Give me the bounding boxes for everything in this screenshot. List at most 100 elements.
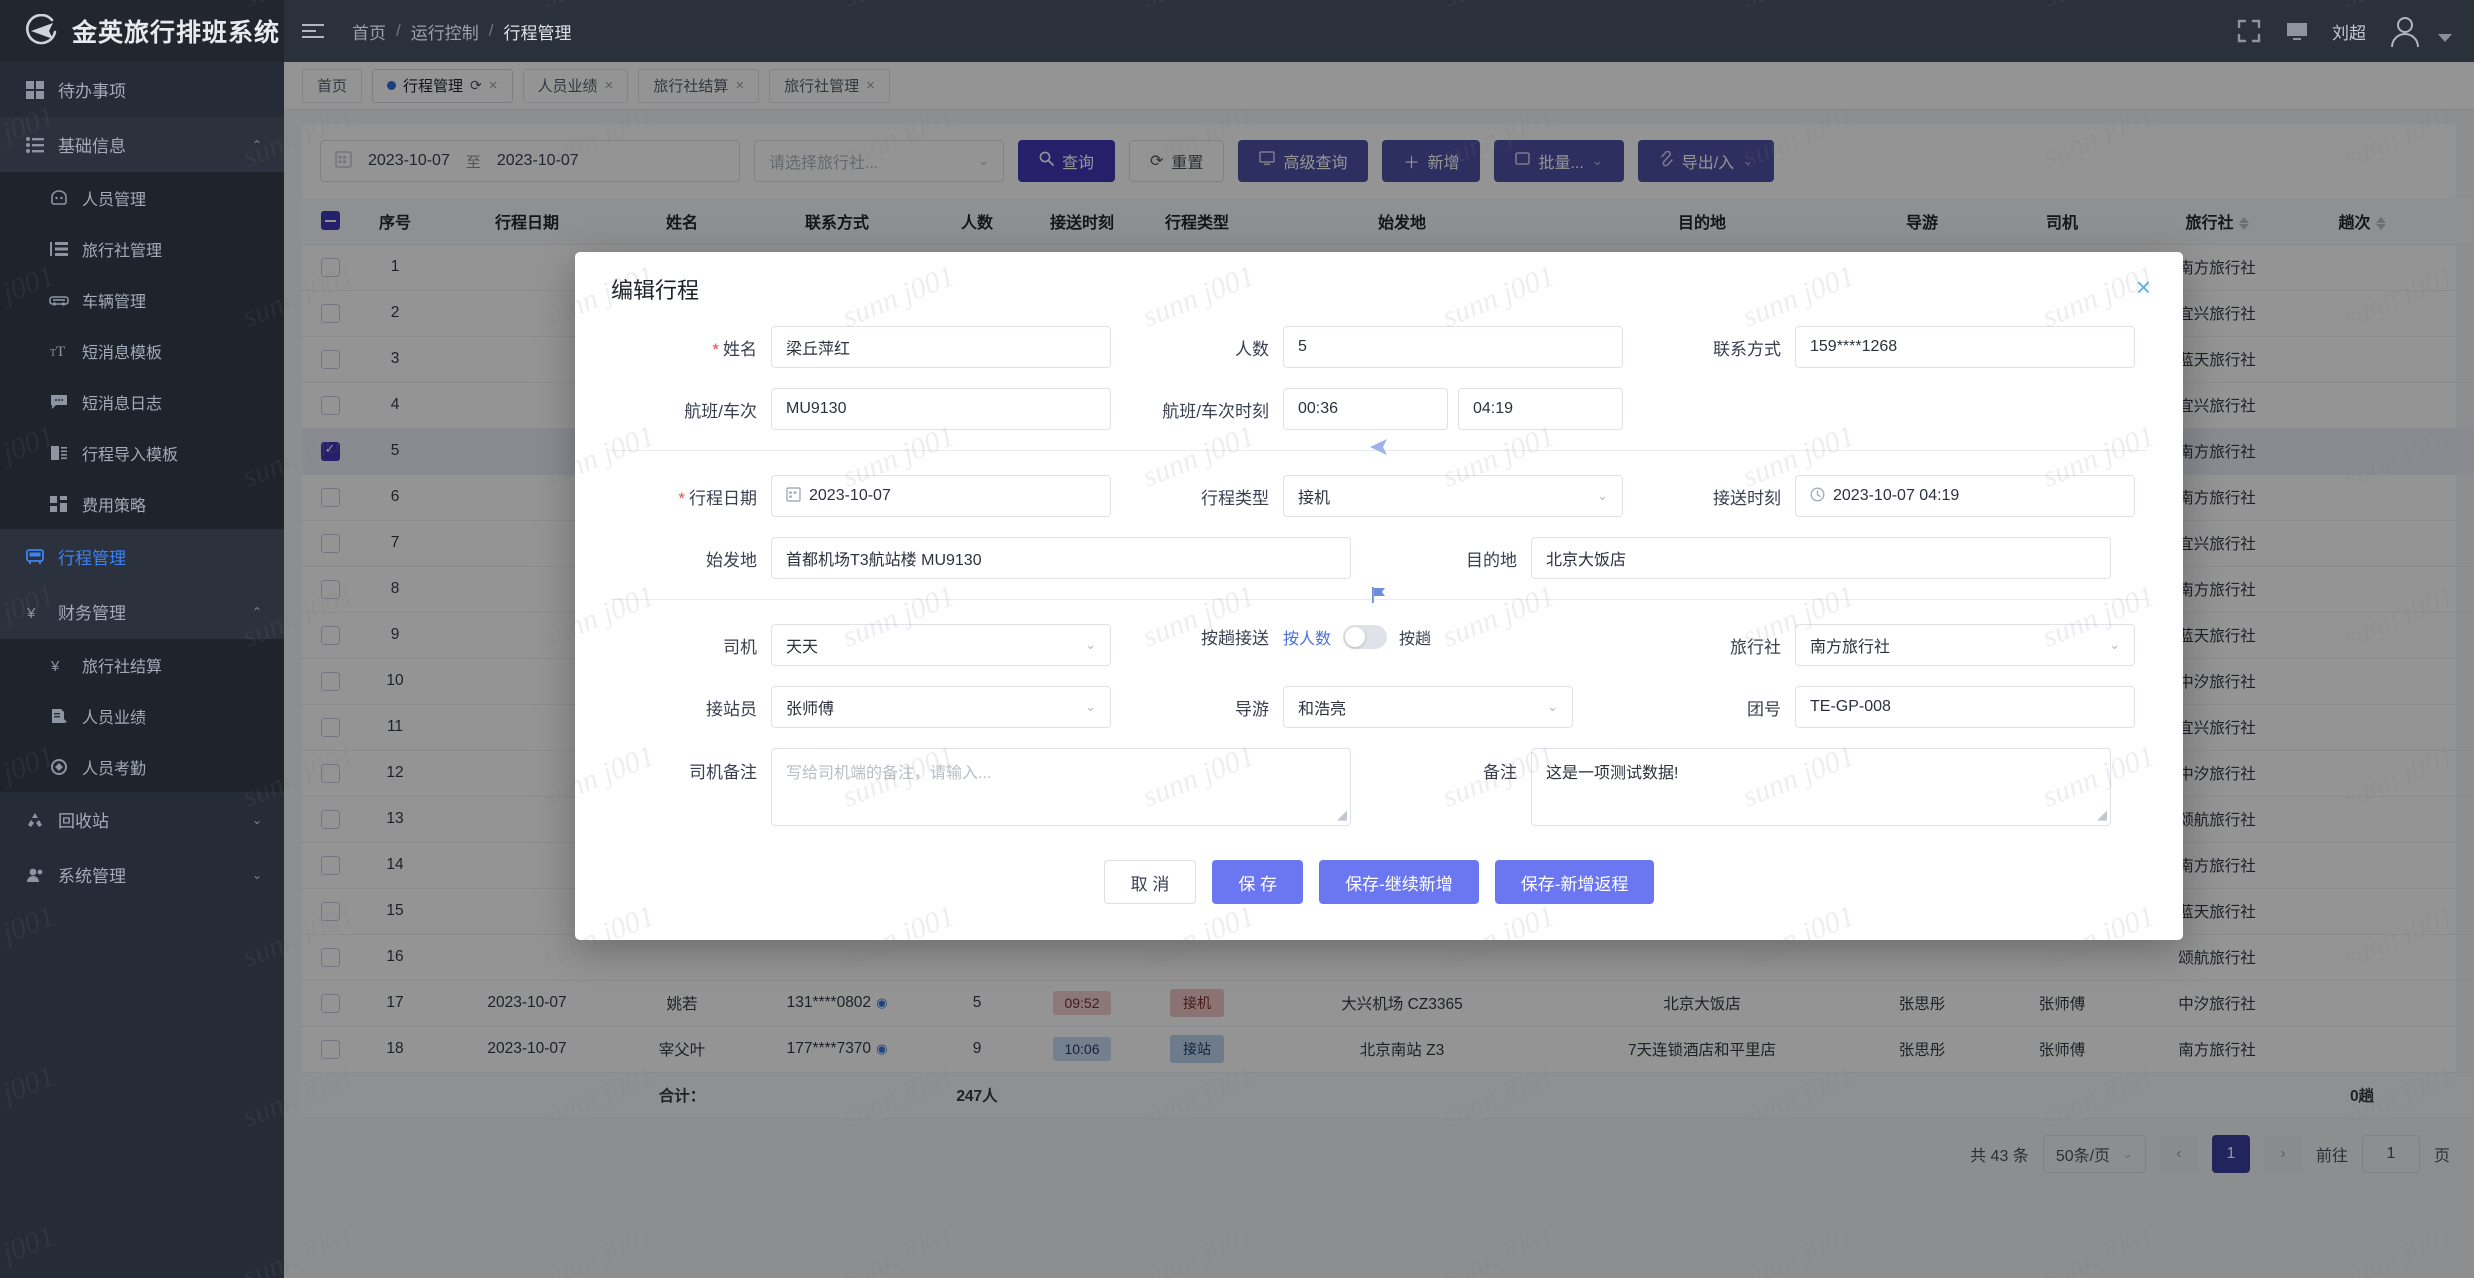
sidebar-item-fee-policy[interactable]: 费用策略 bbox=[0, 478, 284, 529]
station-select[interactable]: 张师傅 ⌄ bbox=[771, 686, 1111, 728]
sidebar-item-staff-attendance[interactable]: 人员考勤 bbox=[0, 741, 284, 792]
sidebar-item-label: 旅行社管理 bbox=[82, 242, 163, 260]
mode-label: 按趟接送 bbox=[1201, 629, 1269, 648]
chevron-down-icon: ⌄ bbox=[251, 867, 262, 882]
monitor-icon[interactable] bbox=[2284, 18, 2310, 44]
mode-on-label: 按人数 bbox=[1283, 630, 1332, 648]
contact-label: 联系方式 bbox=[1713, 339, 1781, 359]
resize-grip-icon[interactable]: ◢ bbox=[1337, 807, 1347, 823]
sidebar-item-sms-template[interactable]: TT 短消息模板 bbox=[0, 325, 284, 376]
note-label: 备注 bbox=[1483, 763, 1517, 782]
sidebar-item-label: 人员考勤 bbox=[82, 760, 147, 778]
save-continue-button[interactable]: 保存-继续新增 bbox=[1319, 860, 1479, 904]
sidebar-group-finance[interactable]: ¥ 财务管理 ⌃ bbox=[0, 584, 284, 639]
sidebar-item-label: 人员管理 bbox=[82, 191, 147, 209]
sidebar-item-sms-log[interactable]: 短消息日志 bbox=[0, 376, 284, 427]
user-avatar-icon[interactable] bbox=[2388, 14, 2422, 48]
group-value: TE-GP-008 bbox=[1810, 698, 1891, 715]
users-icon bbox=[22, 867, 48, 883]
resize-grip-icon[interactable]: ◢ bbox=[2097, 807, 2107, 823]
hamburger-icon[interactable] bbox=[302, 18, 328, 44]
trip-date-input[interactable]: 2023-10-07 bbox=[771, 475, 1111, 517]
trip-type-value: 接机 bbox=[1298, 490, 1331, 507]
chevron-up-icon: ⌃ bbox=[251, 604, 262, 619]
origin-label: 始发地 bbox=[706, 550, 757, 570]
flight-time-2-input[interactable]: 04:19 bbox=[1458, 388, 1623, 430]
agency-select-modal[interactable]: 南方旅行社 ⌄ bbox=[1795, 624, 2135, 666]
origin-input[interactable]: 首都机场T3航站楼 MU9130 bbox=[771, 537, 1351, 579]
driver-note-placeholder: 写给司机端的备注，请输入... bbox=[786, 765, 992, 782]
bus-icon bbox=[22, 548, 48, 565]
sidebar-menu: 待办事项 基础信息 ⌃ 人员管理 旅行社管理 车辆管理 T T 短消息模板 短消… bbox=[0, 62, 284, 1278]
station-label: 接站员 bbox=[706, 699, 757, 719]
name-input[interactable]: 梁丘萍红 bbox=[771, 326, 1111, 368]
chevron-down-icon[interactable] bbox=[2438, 34, 2452, 42]
fullscreen-icon[interactable] bbox=[2236, 18, 2262, 44]
sidebar-item-agency-settlement[interactable]: ¥ 旅行社结算 bbox=[0, 639, 284, 690]
save-button[interactable]: 保 存 bbox=[1212, 860, 1304, 904]
driver-select[interactable]: 天天 ⌄ bbox=[771, 624, 1111, 666]
save-return-button[interactable]: 保存-新增返程 bbox=[1494, 860, 1655, 904]
sidebar-item-trip-import-template[interactable]: 行程导入模板 bbox=[0, 427, 284, 478]
people-label: 人数 bbox=[1235, 339, 1269, 359]
top-bar: 首页 / 运行控制 / 行程管理 刘超 bbox=[284, 0, 2474, 62]
doc-edit-icon bbox=[46, 708, 72, 724]
destination-input[interactable]: 北京大饭店 bbox=[1531, 537, 2111, 579]
mode-off-label: 按趟 bbox=[1399, 630, 1432, 648]
people-input[interactable]: 5 bbox=[1283, 326, 1623, 368]
text-format-icon: TT bbox=[46, 343, 72, 359]
pickup-time-input[interactable]: 2023-10-07 04:19 bbox=[1795, 475, 2135, 517]
sidebar-item-label: 短消息模板 bbox=[82, 344, 163, 362]
contact-input[interactable]: 159****1268 bbox=[1795, 326, 2135, 368]
group-input[interactable]: TE-GP-008 bbox=[1795, 686, 2135, 728]
close-icon[interactable]: × bbox=[2136, 274, 2151, 300]
modal-row-4: 始发地 首都机场T3航站楼 MU9130 目的地 北京大饭店 bbox=[575, 537, 2183, 579]
sidebar-item-trip-mgmt[interactable]: 行程管理 bbox=[0, 529, 284, 584]
sidebar-item-label: 待办事项 bbox=[58, 82, 126, 101]
breadcrumb-item-ops[interactable]: 运行控制 bbox=[411, 19, 479, 44]
sidebar-item-staff-performance[interactable]: 人员业绩 bbox=[0, 690, 284, 741]
cancel-button[interactable]: 取 消 bbox=[1103, 860, 1197, 904]
modal-header: 编辑行程 × bbox=[575, 252, 2183, 326]
sidebar-group-basic-info[interactable]: 基础信息 ⌃ bbox=[0, 117, 284, 172]
chevron-down-icon: ⌄ bbox=[1085, 699, 1096, 714]
svg-text:¥: ¥ bbox=[50, 658, 60, 673]
trip-date-label: 行程日期 bbox=[611, 484, 771, 509]
breadcrumb-item-home[interactable]: 首页 bbox=[352, 19, 386, 44]
org-tree-icon bbox=[46, 241, 72, 257]
flight-value: MU9130 bbox=[786, 400, 847, 417]
chevron-down-icon: ⌄ bbox=[1547, 699, 1558, 714]
sidebar-item-agency-mgmt[interactable]: 旅行社管理 bbox=[0, 223, 284, 274]
driver-value: 天天 bbox=[786, 639, 819, 656]
sidebar-item-label: 行程管理 bbox=[58, 549, 126, 568]
divider-airplane bbox=[611, 439, 2147, 455]
guide-select[interactable]: 和浩亮 ⌄ bbox=[1283, 686, 1573, 728]
sidebar-item-todo[interactable]: 待办事项 bbox=[0, 62, 284, 117]
driver-note-textarea[interactable]: 写给司机端的备注，请输入... ◢ bbox=[771, 748, 1351, 826]
guide-value: 和浩亮 bbox=[1298, 701, 1347, 718]
breadcrumb: 首页 / 运行控制 / 行程管理 bbox=[352, 19, 571, 44]
chevron-down-icon: ⌄ bbox=[251, 812, 262, 827]
flight-time-1-input[interactable]: 00:36 bbox=[1283, 388, 1448, 430]
trip-type-select[interactable]: 接机 ⌄ bbox=[1283, 475, 1623, 517]
divider-flag bbox=[611, 587, 2147, 603]
sidebar-group-recycle-bin[interactable]: 回收站 ⌄ bbox=[0, 792, 284, 847]
sidebar-item-label: 行程导入模板 bbox=[82, 446, 179, 464]
modal-row-7: 司机备注 写给司机端的备注，请输入... ◢ 备注 这是一项测试数据! ◢ bbox=[575, 748, 2183, 826]
sidebar-item-vehicle-mgmt[interactable]: 车辆管理 bbox=[0, 274, 284, 325]
sidebar-submenu-basic-info: 人员管理 旅行社管理 车辆管理 TT 短消息模板 短消息日志 行程导入模板 费用… bbox=[0, 172, 284, 529]
sidebar-item-label: 费用策略 bbox=[82, 497, 147, 515]
content-area: 首页 行程管理 ⟳ × 人员业绩 × 旅行社结算 × 旅行社管理 × 2023-… bbox=[284, 62, 2474, 1278]
modal-row-3: 行程日期 2023-10-07 行程类型 接机 ⌄ bbox=[575, 475, 2183, 517]
grid-icon bbox=[22, 80, 48, 99]
breadcrumb-separator: / bbox=[488, 21, 494, 40]
flight-time-1-value: 00:36 bbox=[1298, 400, 1339, 417]
sidebar-item-personnel[interactable]: 人员管理 bbox=[0, 172, 284, 223]
note-textarea[interactable]: 这是一项测试数据! ◢ bbox=[1531, 748, 2111, 826]
sidebar-group-system-mgmt[interactable]: 系统管理 ⌄ bbox=[0, 847, 284, 902]
modal-row-2: 航班/车次 MU9130 航班/车次时刻 00:36 04:19 bbox=[575, 388, 2183, 430]
flight-input[interactable]: MU9130 bbox=[771, 388, 1111, 430]
chat-icon bbox=[46, 394, 72, 410]
driver-note-label: 司机备注 bbox=[689, 763, 757, 782]
mode-toggle[interactable] bbox=[1343, 624, 1388, 649]
